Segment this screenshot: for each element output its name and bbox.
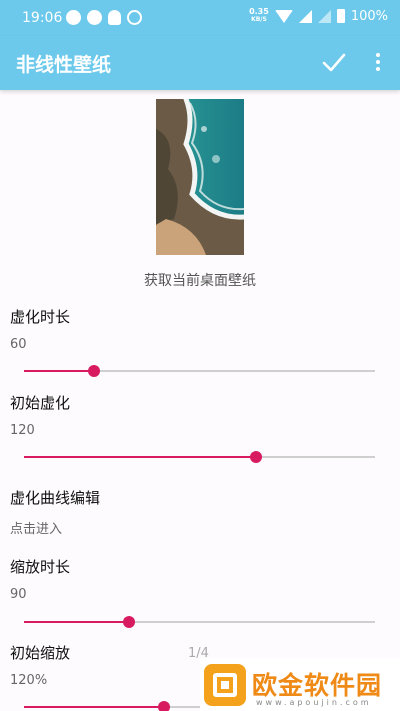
setting-title[interactable]: 虚化时长	[10, 306, 70, 327]
setting-value: 60	[10, 337, 27, 352]
signal-icon	[298, 9, 312, 23]
zoom-duration-slider[interactable]	[24, 612, 375, 632]
app-bar: 非线性壁纸	[0, 36, 400, 90]
setting-value: 90	[10, 587, 27, 602]
setting-title[interactable]: 初始缩放	[10, 642, 70, 663]
setting-value: 120%	[10, 673, 48, 688]
setting-value: 120	[10, 423, 35, 438]
check-icon[interactable]	[320, 48, 348, 76]
bell-icon	[108, 10, 121, 25]
wallpaper-preview[interactable]	[156, 99, 244, 255]
slider-fill	[24, 706, 165, 708]
status-bar: 19:06 0.35 KB/S 100%	[0, 0, 400, 36]
signal-2-icon	[317, 9, 331, 23]
net-speed: 0.35 KB/S	[249, 7, 269, 24]
watermark-url: www.apoujin.com	[256, 698, 372, 707]
slider-thumb[interactable]	[88, 365, 101, 377]
wifi-icon	[274, 9, 293, 23]
battery-icon	[336, 9, 345, 23]
slider-thumb[interactable]	[158, 701, 171, 711]
battery-percent: 100%	[350, 8, 388, 24]
setting-title[interactable]: 缩放时长	[10, 556, 70, 577]
watermark-logo-icon	[204, 664, 246, 706]
app-title: 非线性壁纸	[16, 54, 112, 76]
setting-title[interactable]: 虚化曲线编辑	[10, 487, 100, 508]
more-vert-icon[interactable]	[370, 50, 386, 76]
blur-duration-slider[interactable]	[24, 361, 375, 381]
message-icon	[87, 10, 102, 25]
setting-title[interactable]: 初始虚化	[10, 392, 70, 413]
initial-blur-slider[interactable]	[24, 447, 375, 467]
slider-fill	[24, 621, 130, 623]
get-wallpaper-link[interactable]: 获取当前桌面壁纸	[0, 270, 400, 290]
status-time: 19:06	[22, 10, 63, 26]
slider-thumb[interactable]	[123, 616, 136, 628]
slider-fill	[24, 370, 95, 372]
watermark: 欧金软件园 www.apoujin.com	[200, 658, 400, 711]
slider-fill	[24, 456, 256, 458]
status-right: 0.35 KB/S 100%	[249, 8, 388, 24]
chat-icon	[127, 10, 142, 25]
setting-value: 点击进入	[10, 522, 63, 537]
user-icon	[66, 10, 81, 25]
notification-icons	[66, 10, 142, 25]
slider-thumb[interactable]	[249, 451, 262, 463]
watermark-text: 欧金软件园	[252, 671, 383, 700]
